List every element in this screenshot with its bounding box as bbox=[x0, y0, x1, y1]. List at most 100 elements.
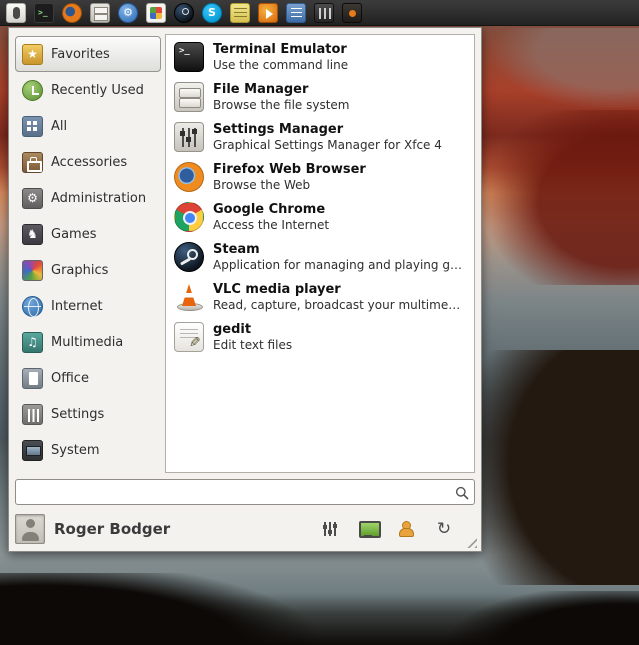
graphics-icon bbox=[22, 260, 43, 281]
category-label: Multimedia bbox=[51, 335, 123, 350]
app-item-google-chrome[interactable]: Google ChromeAccess the Internet bbox=[168, 197, 472, 237]
accessories-icon bbox=[22, 152, 43, 173]
app-item-steam[interactable]: SteamApplication for managing and playin… bbox=[168, 237, 472, 277]
category-favorites[interactable]: Favorites bbox=[15, 36, 161, 72]
all-icon bbox=[22, 116, 43, 137]
media-player-icon bbox=[258, 3, 278, 23]
avatar[interactable] bbox=[15, 514, 45, 544]
app-description: Application for managing and playing ga.… bbox=[213, 258, 466, 272]
app-name: Steam bbox=[213, 242, 466, 258]
skype-icon bbox=[202, 3, 222, 23]
switch-user-icon bbox=[398, 521, 414, 537]
app-description: Edit text files bbox=[213, 338, 292, 352]
panel-launcher-media-player[interactable] bbox=[255, 0, 281, 26]
recently-used-icon bbox=[22, 80, 43, 101]
settings-manager-button[interactable] bbox=[315, 516, 345, 542]
rock-decoration bbox=[429, 591, 639, 645]
category-accessories[interactable]: Accessories bbox=[15, 144, 161, 180]
terminal-icon bbox=[174, 42, 204, 72]
internet-icon bbox=[22, 296, 43, 317]
panel-launcher-system-monitor[interactable] bbox=[339, 0, 365, 26]
app-name: File Manager bbox=[213, 82, 350, 98]
category-internet[interactable]: Internet bbox=[15, 288, 161, 324]
lock-screen-icon bbox=[358, 521, 378, 538]
panel-launcher-file-manager[interactable] bbox=[87, 0, 113, 26]
category-all[interactable]: All bbox=[15, 108, 161, 144]
multimedia-icon bbox=[22, 332, 43, 353]
rock-decoration bbox=[464, 350, 639, 585]
app-description: Browse the Web bbox=[213, 178, 366, 192]
category-administration[interactable]: Administration bbox=[15, 180, 161, 216]
file-manager-icon bbox=[90, 3, 110, 23]
category-multimedia[interactable]: Multimedia bbox=[15, 324, 161, 360]
whisker-menu-window: Favorites Recently Used All Accessories … bbox=[8, 27, 482, 552]
games-icon bbox=[22, 224, 43, 245]
firefox-icon bbox=[174, 162, 204, 192]
resize-grip[interactable] bbox=[465, 536, 477, 548]
terminal-icon bbox=[34, 3, 54, 23]
app-item-file-manager[interactable]: File ManagerBrowse the file system bbox=[168, 77, 472, 117]
log-out-button[interactable] bbox=[429, 516, 459, 542]
app-item-settings-manager[interactable]: Settings ManagerGraphical Settings Manag… bbox=[168, 117, 472, 157]
app-description: Read, capture, broadcast your multimedi.… bbox=[213, 298, 466, 312]
panel-launcher-documents[interactable] bbox=[283, 0, 309, 26]
settings-manager-icon bbox=[174, 122, 204, 152]
app-item-gedit[interactable]: geditEdit text files bbox=[168, 317, 472, 357]
app-item-terminal-emulator[interactable]: Terminal EmulatorUse the command line bbox=[168, 37, 472, 77]
category-office[interactable]: Office bbox=[15, 360, 161, 396]
panel-launcher-whisker-menu[interactable] bbox=[3, 0, 29, 26]
settings-gear-icon bbox=[118, 3, 138, 23]
category-settings[interactable]: Settings bbox=[15, 396, 161, 432]
search-input[interactable] bbox=[15, 479, 475, 505]
category-label: Favorites bbox=[51, 47, 110, 62]
panel-launcher-skype[interactable] bbox=[199, 0, 225, 26]
steam-icon bbox=[174, 3, 194, 23]
app-description: Access the Internet bbox=[213, 218, 329, 232]
panel-launcher-audio-mixer[interactable] bbox=[311, 0, 337, 26]
documents-icon bbox=[286, 3, 306, 23]
notes-icon bbox=[230, 3, 250, 23]
panel-launcher-app-grid[interactable] bbox=[143, 0, 169, 26]
app-description: Graphical Settings Manager for Xfce 4 bbox=[213, 138, 442, 152]
administration-icon bbox=[22, 188, 43, 209]
switch-user-button[interactable] bbox=[391, 516, 421, 542]
firefox-icon bbox=[62, 3, 82, 23]
category-label: All bbox=[51, 119, 67, 134]
app-item-firefox[interactable]: Firefox Web BrowserBrowse the Web bbox=[168, 157, 472, 197]
app-description: Use the command line bbox=[213, 58, 348, 72]
top-panel bbox=[0, 0, 639, 26]
app-name: Terminal Emulator bbox=[213, 42, 348, 58]
panel-launcher-steam[interactable] bbox=[171, 0, 197, 26]
app-list: Terminal EmulatorUse the command line Fi… bbox=[165, 34, 475, 473]
category-label: Recently Used bbox=[51, 83, 144, 98]
whisker-menu-icon bbox=[6, 3, 26, 23]
panel-launcher-settings[interactable] bbox=[115, 0, 141, 26]
panel-launcher-notes[interactable] bbox=[227, 0, 253, 26]
category-system[interactable]: System bbox=[15, 432, 161, 468]
app-description: Browse the file system bbox=[213, 98, 350, 112]
category-label: Internet bbox=[51, 299, 103, 314]
system-monitor-icon bbox=[342, 3, 362, 23]
lock-screen-button[interactable] bbox=[353, 516, 383, 542]
gedit-icon bbox=[174, 322, 204, 352]
panel-launcher-firefox[interactable] bbox=[59, 0, 85, 26]
cloud-decoration bbox=[469, 28, 639, 108]
category-graphics[interactable]: Graphics bbox=[15, 252, 161, 288]
vlc-icon bbox=[174, 282, 204, 312]
category-recently-used[interactable]: Recently Used bbox=[15, 72, 161, 108]
category-games[interactable]: Games bbox=[15, 216, 161, 252]
favorites-icon bbox=[22, 44, 43, 65]
app-item-vlc[interactable]: VLC media playerRead, capture, broadcast… bbox=[168, 277, 472, 317]
category-list: Favorites Recently Used All Accessories … bbox=[15, 34, 161, 473]
category-label: Settings bbox=[51, 407, 104, 422]
category-label: Administration bbox=[51, 191, 146, 206]
steam-icon bbox=[174, 242, 204, 272]
app-name: Google Chrome bbox=[213, 202, 329, 218]
panel-launcher-terminal[interactable] bbox=[31, 0, 57, 26]
office-icon bbox=[22, 368, 43, 389]
category-label: Accessories bbox=[51, 155, 127, 170]
app-name: VLC media player bbox=[213, 282, 466, 298]
session-actions bbox=[315, 516, 459, 542]
app-name: gedit bbox=[213, 322, 292, 338]
app-name: Firefox Web Browser bbox=[213, 162, 366, 178]
